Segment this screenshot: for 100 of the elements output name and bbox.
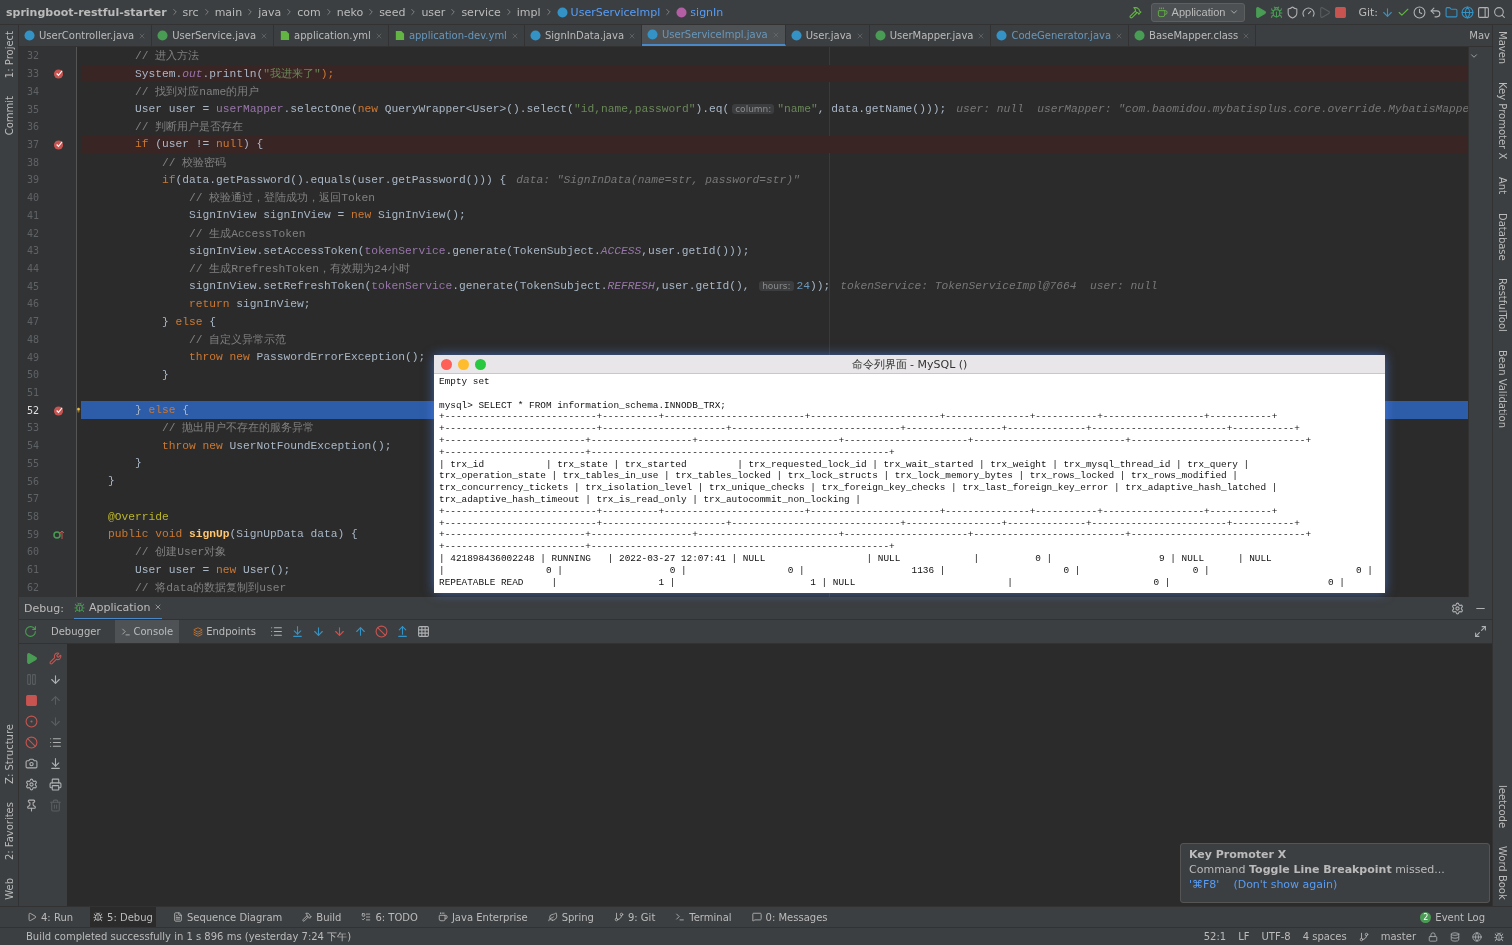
search-icon[interactable] [1493, 5, 1506, 19]
collapse-icon[interactable] [1469, 51, 1479, 61]
restore-layout-icon[interactable] [1474, 625, 1487, 638]
rerun-icon[interactable] [24, 625, 37, 638]
tool-window-button[interactable]: Bean Validation [1497, 350, 1508, 429]
debug-subtab[interactable]: Console [114, 620, 180, 643]
close-icon[interactable] [855, 31, 864, 40]
tool-button[interactable]: Spring [544, 907, 597, 927]
mute-breakpoints-icon[interactable] [24, 736, 38, 749]
step-out-icon[interactable] [353, 625, 367, 638]
evaluate-icon[interactable] [416, 625, 430, 638]
breadcrumb-item[interactable]: springboot-restful-starter [6, 5, 167, 19]
layout-icon[interactable] [1477, 5, 1490, 19]
event-log-button[interactable]: 2 Event Log [1417, 907, 1488, 927]
close-icon[interactable] [510, 31, 519, 40]
indent-setting[interactable]: 4 spaces [1302, 931, 1347, 942]
tool-window-button[interactable]: Commit [3, 96, 15, 136]
tool-button[interactable]: 5: Debug [90, 907, 156, 927]
debug-subtab[interactable]: Debugger [45, 620, 107, 643]
breakpoint-icon[interactable] [53, 68, 64, 80]
update-icon[interactable] [1381, 5, 1394, 19]
breadcrumb-item[interactable]: seed [379, 5, 406, 19]
profile-icon[interactable] [1302, 5, 1316, 19]
window-control-icon[interactable] [475, 359, 486, 370]
step-over-icon[interactable] [290, 625, 304, 638]
rollback-icon[interactable] [1429, 5, 1442, 19]
breadcrumb-item[interactable]: neko [336, 5, 364, 19]
soft-wrap-icon[interactable] [48, 736, 62, 749]
down-icon[interactable] [48, 715, 62, 728]
editor-tab[interactable]: CodeGenerator.java [991, 25, 1130, 46]
breakpoints-icon[interactable] [24, 715, 38, 728]
breadcrumb-item[interactable]: signIn [690, 5, 724, 19]
editor-tab[interactable]: User.java [785, 25, 870, 46]
breadcrumb-item[interactable]: UserServiceImpl [570, 5, 661, 19]
breakpoint-icon[interactable] [53, 138, 64, 150]
cursor-position[interactable]: 52:1 [1203, 931, 1227, 942]
print-icon[interactable] [48, 778, 62, 791]
tool-window-button[interactable]: 2: Favorites [3, 802, 15, 861]
edit-icon[interactable] [48, 652, 62, 665]
tool-button[interactable]: Sequence Diagram [169, 907, 286, 927]
force-step-into-icon[interactable] [332, 625, 346, 638]
tool-window-button[interactable]: Database [1497, 212, 1508, 261]
close-icon[interactable] [977, 31, 986, 40]
sort-icon[interactable] [48, 673, 62, 686]
breadcrumb-item[interactable]: main [214, 5, 243, 19]
tool-button[interactable]: Terminal [672, 907, 735, 927]
breadcrumb-item[interactable]: com [297, 5, 321, 19]
breadcrumb-item[interactable]: java [258, 5, 282, 19]
build-icon[interactable] [1128, 5, 1142, 19]
settings-icon[interactable] [1451, 601, 1464, 615]
run-to-cursor-icon[interactable] [395, 625, 409, 638]
tool-button[interactable]: 4: Run [24, 907, 77, 927]
tool-window-button[interactable]: leetcode [1497, 785, 1508, 829]
close-icon[interactable] [154, 603, 163, 611]
breadcrumb-item[interactable]: src [182, 5, 199, 19]
tool-window-button[interactable]: 1: Project [3, 31, 15, 79]
tool-button[interactable]: 0: Messages [748, 907, 831, 927]
shortcut-link[interactable]: '⌘F8' [1189, 878, 1220, 891]
breadcrumb-item[interactable]: impl [516, 5, 541, 19]
coverage-icon[interactable] [1286, 5, 1300, 19]
close-icon[interactable] [628, 31, 636, 40]
breadcrumb-item[interactable]: service [461, 5, 501, 19]
git-branch[interactable]: master [1380, 931, 1416, 942]
close-icon[interactable] [138, 31, 147, 40]
close-icon[interactable] [374, 31, 383, 40]
up-icon[interactable] [48, 694, 62, 707]
close-icon[interactable] [1242, 31, 1251, 40]
inspector-icon[interactable] [1494, 931, 1504, 942]
debug-icon[interactable] [1270, 5, 1284, 19]
tool-button[interactable]: Java Enterprise [434, 907, 531, 927]
settings-icon[interactable] [24, 778, 38, 791]
database-icon[interactable] [1450, 931, 1460, 942]
tool-window-button[interactable]: Key Promoter X [1497, 82, 1508, 160]
editor-tab[interactable]: application-dev.yml [388, 25, 525, 46]
line-ending[interactable]: LF [1238, 931, 1250, 942]
tool-button[interactable]: 9: Git [610, 907, 659, 927]
tool-window-button[interactable]: Word Book [1497, 846, 1508, 900]
tool-button[interactable]: 6: TODO [358, 907, 421, 927]
tool-window-button[interactable]: RestfulTool [1497, 278, 1508, 333]
editor-tab[interactable]: UserService.java [152, 25, 275, 46]
tool-window-button[interactable]: Z: Structure [3, 724, 15, 785]
editor-tab[interactable]: UserMapper.java [869, 25, 992, 46]
stop-icon[interactable] [1334, 5, 1348, 19]
scroll-to-end-icon[interactable] [48, 757, 62, 770]
window-control-icon[interactable] [441, 359, 452, 370]
tool-window-button[interactable]: Maven [1497, 31, 1508, 65]
tool-window-button[interactable]: Web [3, 878, 15, 900]
debug-subtab[interactable]: Endpoints [187, 620, 262, 643]
run-icon[interactable] [1254, 5, 1268, 19]
project-structure-icon[interactable] [1445, 5, 1458, 19]
editor-tab[interactable]: UserController.java [19, 25, 153, 46]
override-icon[interactable] [53, 528, 64, 540]
list-icon[interactable] [269, 625, 283, 638]
breadcrumb-item[interactable]: user [421, 5, 446, 19]
close-icon[interactable] [1115, 31, 1124, 40]
tool-button[interactable]: Build [299, 907, 345, 927]
resume-icon[interactable] [24, 652, 38, 665]
pin-icon[interactable] [24, 799, 38, 812]
camera-icon[interactable] [24, 757, 38, 770]
tool-window-button[interactable]: Ant [1497, 177, 1508, 195]
